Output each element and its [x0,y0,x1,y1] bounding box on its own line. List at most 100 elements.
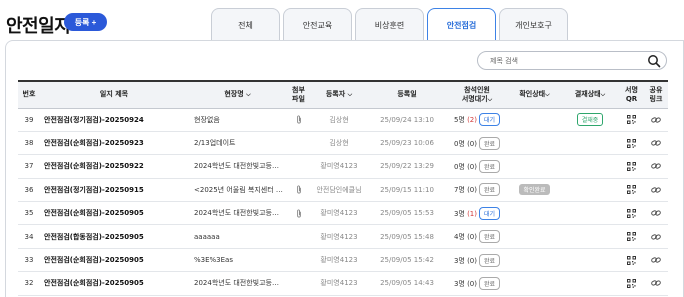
col-title: 일지 제목 [40,80,188,109]
tab-emergency-drill[interactable]: 비상훈련 [355,8,424,41]
link-icon[interactable] [651,256,661,264]
table-row[interactable]: 33 안전점검(순회점검)-20250905 %3E%3Eas 황미영4123 25/0… [18,248,668,272]
row-attendees: 3명 (0) 완료 [446,272,508,295]
row-share[interactable] [644,131,668,154]
search-input[interactable] [490,55,640,67]
link-icon[interactable] [651,209,661,217]
row-registrant: 황미영4123 [320,209,358,218]
row-attachment [287,131,310,154]
row-no: 36 [24,185,34,194]
col-approval-status[interactable]: 결재상태⌵ [561,80,619,109]
qr-code-icon[interactable] [627,185,636,195]
row-confirm-status [508,225,561,248]
row-approval-status [561,248,619,271]
row-date: 25/09/05 15:53 [380,209,434,218]
link-icon[interactable] [651,186,661,194]
tab-safety-education[interactable]: 안전교육 [283,8,352,41]
row-share[interactable] [644,248,668,271]
row-qr[interactable] [619,155,644,178]
col-site[interactable]: 현장명 ⌵ [188,80,287,109]
row-title[interactable]: 안전점검(순회점검)-20250905 [40,202,188,225]
col-attendees[interactable]: 참석인원 서명대기⌵ [446,80,508,109]
table-row[interactable]: 32 안전점검(순회점검)-20250905 2024학년도 대전한빛고등학… 황미영… [18,272,668,296]
row-title[interactable]: 안전점검(순회점검)-20250923 [40,131,188,154]
table-row[interactable]: 39 안전점검(정기점검)-20250924 현장없음 김상현 25/09/24 13:… [18,108,668,132]
qr-code-icon[interactable] [627,232,636,242]
row-title[interactable]: 안전점검(정기점검)-20250924 [40,108,188,131]
row-attachment[interactable] [287,178,310,201]
row-site: aaaaaa [194,232,220,241]
row-title[interactable]: 안전점검(순회점검)-20250905 [40,248,188,271]
search-icon[interactable] [647,54,661,68]
row-registrant: 황미영4123 [320,232,358,241]
pending-count: (0) [467,279,477,288]
row-no: 32 [24,279,34,288]
row-title[interactable]: 안전점검(합동점검)-20250905 [40,225,188,248]
sign-status-badge: 대기 [479,206,501,220]
col-confirm-status[interactable]: 확인상태⌵ [508,80,561,109]
tab-personal-protective[interactable]: 개인보호구 [499,8,568,41]
row-share[interactable] [644,155,668,178]
row-attachment[interactable] [287,108,310,131]
qr-code-icon[interactable] [627,161,636,171]
link-icon[interactable] [651,162,661,170]
col-registrant[interactable]: 등록자 ⌵ [310,80,368,109]
row-qr[interactable] [619,248,644,271]
qr-code-icon[interactable] [627,138,636,148]
table-header: 번호 일지 제목 현장명 ⌵ 첨부 파일 등록자 ⌵ 등록일 참석인원 서명대기⌵ … [18,80,668,109]
sign-status-badge: 완료 [479,230,501,244]
table-row[interactable]: 34 안전점검(합동점검)-20250905 aaaaaa 황미영4123 25/09/… [18,225,668,249]
link-icon[interactable] [651,139,661,147]
row-approval-status: 결재중 [561,108,619,131]
search-box[interactable] [477,51,667,70]
row-date: 25/09/22 13:29 [380,162,434,171]
paperclip-icon[interactable] [296,209,302,218]
row-qr[interactable] [619,272,644,295]
row-qr[interactable] [619,202,644,225]
row-share[interactable] [644,178,668,201]
row-qr[interactable] [619,131,644,154]
row-share[interactable] [644,202,668,225]
chevron-down-icon[interactable]: ⌵ [601,91,606,98]
row-site: 2024학년도 대전한빛고등학… [194,209,286,218]
row-approval-status [561,155,619,178]
link-icon[interactable] [651,233,661,241]
row-title[interactable]: 안전점검(순회점검)-20250905 [40,272,188,295]
row-attachment[interactable] [287,202,310,225]
row-attachment [287,272,310,295]
chevron-down-icon[interactable]: ⌵ [348,91,353,98]
row-qr[interactable] [619,225,644,248]
row-no: 35 [24,209,34,218]
tab-safety-inspection[interactable]: 안전점검 [427,8,496,41]
table-row[interactable]: 35 안전점검(순회점검)-20250905 2024학년도 대전한빛고등학… 황미영… [18,202,668,225]
register-button[interactable]: 등록 + [64,13,107,31]
link-icon[interactable] [651,116,661,124]
row-registrant: 황미영4123 [320,279,358,288]
table-row[interactable]: 37 안전점검(순회점검)-20250922 2024학년도 대전한빛고등학… 황미영… [18,155,668,179]
qr-code-icon[interactable] [627,115,636,125]
attendee-count: 4명 [453,233,465,242]
paperclip-icon[interactable] [296,185,302,194]
col-date: 등록일 [368,80,446,109]
chevron-down-icon[interactable]: ⌵ [488,96,493,103]
table-row[interactable]: 38 안전점검(순회점검)-20250923 2/13업데이트 김상현 25/09/23… [18,131,668,155]
link-icon[interactable] [651,279,661,287]
qr-code-icon[interactable] [627,255,636,265]
row-qr[interactable] [619,178,644,201]
row-title[interactable]: 안전점검(정기점검)-20250915 [40,178,188,201]
row-confirm-status [508,131,561,154]
attendee-count: 3명 [453,209,465,218]
row-qr[interactable] [619,108,644,131]
row-approval-status [561,272,619,295]
paperclip-icon[interactable] [296,115,302,124]
qr-code-icon[interactable] [627,208,636,218]
chevron-down-icon[interactable]: ⌵ [545,91,550,98]
row-share[interactable] [644,272,668,295]
row-share[interactable] [644,108,668,131]
qr-code-icon[interactable] [627,278,636,288]
row-share[interactable] [644,225,668,248]
chevron-down-icon[interactable]: ⌵ [246,91,251,98]
row-title[interactable]: 안전점검(순회점검)-20250922 [40,155,188,178]
table-row[interactable]: 36 안전점검(정기점검)-20250915 <2025년 어울림 복지센터 신… 안… [18,178,668,202]
tab-all[interactable]: 전체 [211,8,280,41]
